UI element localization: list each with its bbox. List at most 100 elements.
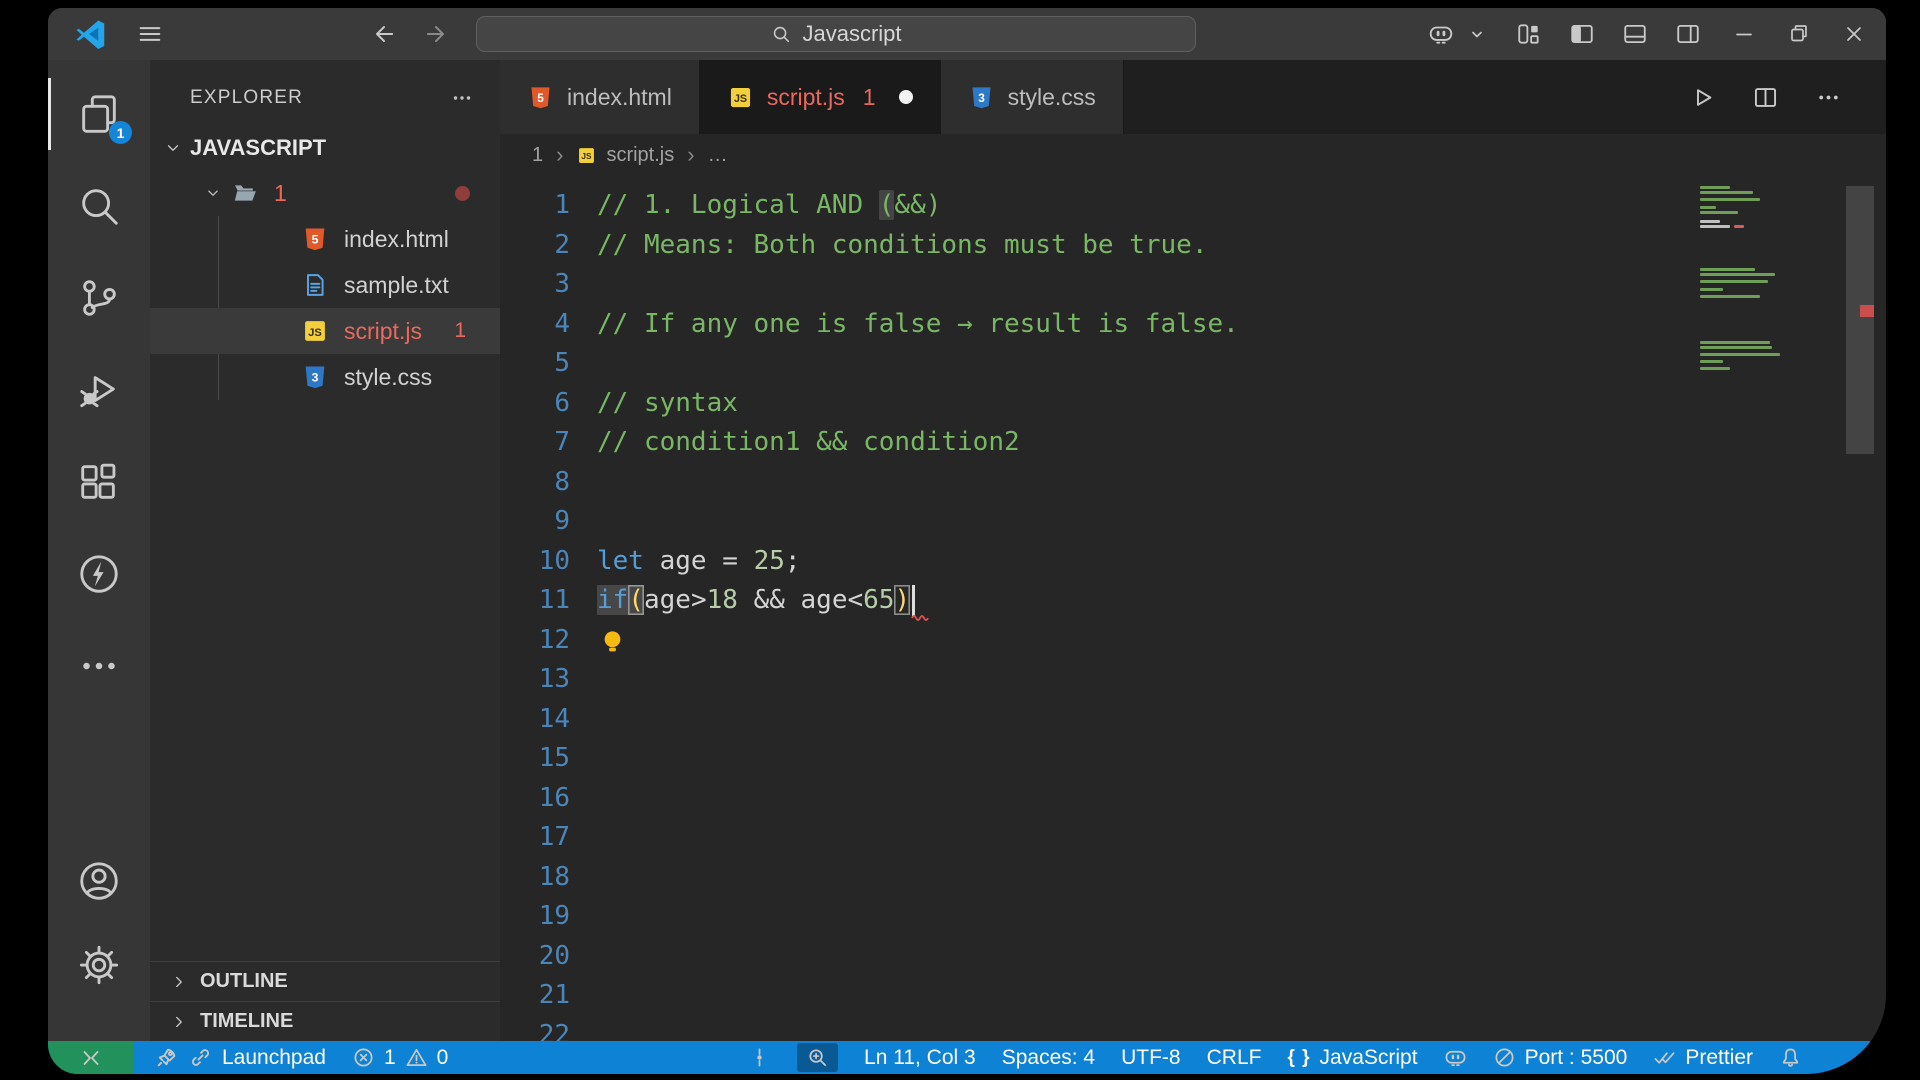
copilot-icon — [1444, 1046, 1467, 1069]
scrollbar-slider[interactable] — [1846, 186, 1874, 454]
activity-item-extensions[interactable] — [48, 436, 150, 528]
tab-script.js[interactable]: JS script.js 1 — [699, 60, 941, 134]
search-icon — [76, 183, 122, 229]
toggle-panel-icon[interactable] — [1622, 21, 1648, 47]
code-line-15[interactable]: 15 — [500, 739, 1886, 779]
status-zoom[interactable] — [797, 1043, 839, 1072]
code-line-20[interactable]: 20 — [500, 937, 1886, 977]
activity-item-more[interactable] — [48, 620, 150, 712]
code-line-7[interactable]: 7// condition1 && condition2 — [500, 423, 1886, 463]
status-cursor-position[interactable]: Ln 11, Col 3 — [864, 1046, 976, 1070]
lightbulb-icon[interactable] — [599, 628, 626, 655]
unsaved-dot-icon[interactable] — [898, 90, 913, 104]
js-file-icon: JS — [727, 84, 754, 111]
breadcrumb-item[interactable]: 1 — [532, 144, 543, 167]
code-line-17[interactable]: 17 — [500, 818, 1886, 858]
code-line-4[interactable]: 4// If any one is false → result is fals… — [500, 305, 1886, 345]
activity-item-run-and-debug[interactable] — [48, 344, 150, 436]
forward-button[interactable] — [422, 20, 450, 48]
code-line-1[interactable]: 1// 1. Logical AND (&&) — [500, 186, 1886, 226]
file-sample.txt[interactable]: sample.txt — [150, 262, 500, 308]
code-line-3[interactable]: 3 — [500, 265, 1886, 305]
code-line-9[interactable]: 9 — [500, 502, 1886, 542]
code-line-18[interactable]: 18 — [500, 858, 1886, 898]
more-actions-icon[interactable] — [1815, 84, 1842, 111]
activity-item-search[interactable] — [48, 160, 150, 252]
status-indentation[interactable]: Spaces: 4 — [1002, 1046, 1095, 1070]
command-center-search[interactable]: Javascript — [476, 16, 1196, 52]
minimap-line — [1700, 268, 1755, 271]
file-index.html[interactable]: 5 index.html — [150, 216, 500, 262]
status-bar: Launchpad 1 0 Ln 11, Col 3 Spaces: 4 UTF-8 CRL… — [48, 1041, 1886, 1074]
chevron-down-icon[interactable] — [1465, 22, 1489, 46]
restore-button[interactable] — [1787, 22, 1811, 46]
code-editor[interactable]: 1// 1. Logical AND (&&) 2// Means: Both c… — [500, 176, 1886, 1041]
folder-1[interactable]: 1 — [150, 170, 500, 216]
status-language-mode[interactable]: { } JavaScript — [1287, 1046, 1417, 1070]
search-icon — [770, 23, 792, 45]
split-editor-icon[interactable] — [1752, 84, 1779, 111]
code-line-22[interactable]: 22 — [500, 1016, 1886, 1042]
explorer-more-icon[interactable] — [450, 86, 474, 110]
back-button[interactable] — [370, 20, 398, 48]
toggle-secondary-sidebar-icon[interactable] — [1675, 21, 1701, 47]
editor-scrollbar[interactable] — [1846, 176, 1874, 1041]
status-encoding[interactable]: UTF-8 — [1121, 1046, 1181, 1070]
remote-indicator[interactable] — [48, 1041, 134, 1074]
code-line-16[interactable]: 16 — [500, 779, 1886, 819]
zoomin-icon — [806, 1046, 829, 1069]
close-button[interactable] — [1842, 22, 1866, 46]
activity-item-settings[interactable] — [48, 923, 150, 1007]
code-line-5[interactable]: 5 — [500, 344, 1886, 384]
line-number: 1 — [554, 190, 570, 220]
status-port[interactable]: Port : 5500 — [1493, 1046, 1627, 1070]
activity-item-account[interactable] — [48, 839, 150, 923]
status-eol[interactable]: CRLF — [1207, 1046, 1262, 1070]
copilot-icon[interactable] — [1428, 21, 1454, 47]
activity-item-thunder[interactable] — [48, 528, 150, 620]
tab-label: style.css — [1007, 83, 1096, 110]
search-text: Javascript — [802, 21, 902, 46]
code-line-12[interactable]: 12 — [500, 621, 1886, 661]
tab-index.html[interactable]: 5 index.html — [500, 60, 700, 134]
status-screencast[interactable] — [748, 1046, 771, 1069]
file-style.css[interactable]: 3 style.css — [150, 354, 500, 400]
file-label: 1 — [274, 179, 287, 206]
status-problems[interactable]: 10 — [352, 1046, 448, 1070]
explorer-sidebar: EXPLORER JAVASCRIPT 1 5 index.html sample.t… — [150, 60, 500, 1041]
tab-style.css[interactable]: 3 style.css — [940, 60, 1124, 134]
outline-panel[interactable]: OUTLINE — [150, 961, 500, 1001]
line-number: 14 — [538, 703, 570, 734]
menu-icon[interactable] — [136, 20, 164, 48]
breadcrumb-item[interactable]: … — [708, 144, 728, 167]
code-line-2[interactable]: 2// Means: Both conditions must be true. — [500, 226, 1886, 266]
toggle-sidebar-icon[interactable] — [1569, 21, 1595, 47]
workspace-section[interactable]: JAVASCRIPT — [150, 126, 500, 170]
minimize-button[interactable] — [1732, 22, 1756, 46]
code-line-11[interactable]: 11 if(age>18 && age<65) — [500, 581, 1886, 621]
run-icon[interactable] — [1689, 84, 1716, 111]
status-notifications[interactable] — [1779, 1046, 1802, 1069]
more-icon — [76, 643, 122, 689]
code-line-8[interactable]: 8 — [500, 463, 1886, 503]
line-number: 4 — [554, 308, 570, 339]
status-prettier[interactable]: Prettier — [1653, 1046, 1753, 1070]
code-line-19[interactable]: 19 — [500, 897, 1886, 937]
breadcrumb-item[interactable]: JS script.js — [576, 144, 674, 167]
activity-item-explorer[interactable]: 1 — [48, 68, 150, 160]
code-line-14[interactable]: 14 — [500, 700, 1886, 740]
customize-layout-icon[interactable] — [1516, 21, 1542, 47]
breadcrumb[interactable]: 1 › JS script.js ›… — [500, 134, 1886, 176]
vscode-logo — [72, 16, 108, 52]
code-line-13[interactable]: 13 — [500, 660, 1886, 700]
activity-item-source-control[interactable] — [48, 252, 150, 344]
minimap[interactable] — [1692, 176, 1842, 1041]
code-line-10[interactable]: 10 let age = 25; — [500, 542, 1886, 582]
status-copilot[interactable] — [1444, 1046, 1467, 1069]
run-and-debug-icon — [76, 367, 122, 413]
timeline-panel[interactable]: TIMELINE — [150, 1001, 500, 1041]
status-launchpad[interactable]: Launchpad — [154, 1045, 326, 1070]
file-script.js[interactable]: JS script.js 1 — [150, 308, 500, 354]
code-line-6[interactable]: 6// syntax — [500, 384, 1886, 424]
code-line-21[interactable]: 21 — [500, 976, 1886, 1016]
